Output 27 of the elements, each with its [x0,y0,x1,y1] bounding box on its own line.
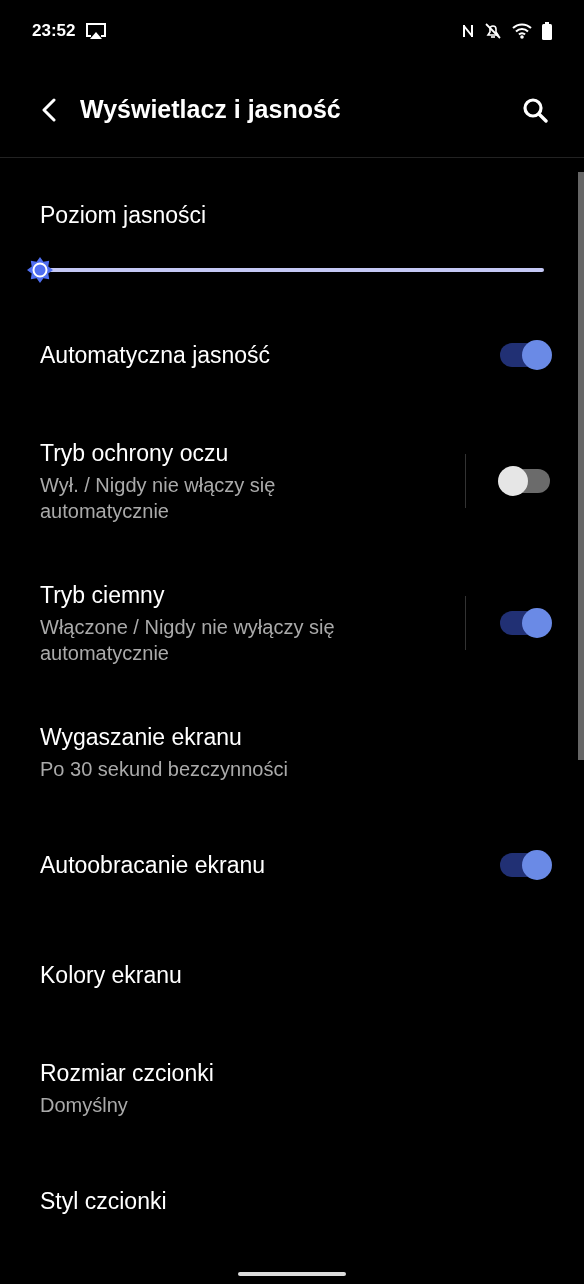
setting-title: Poziom jasności [40,201,208,230]
setting-title: Wygaszanie ekranu [40,723,243,752]
setting-title: Automatyczna jasność [40,341,272,370]
slider-thumb[interactable] [27,257,53,283]
setting-title: Tryb ochrony oczu [40,439,230,468]
setting-title: Kolory ekranu [40,961,183,990]
search-icon [522,96,548,123]
page-title: Wyświetlacz i jasność [80,95,342,124]
setting-title: Styl czcionki [40,1187,168,1216]
wifi-icon [512,23,532,39]
setting-title: Tryb ciemny [40,581,166,610]
back-icon [42,97,56,122]
setting-summary: Po 30 sekund bezczynności [40,757,289,782]
toggle-switch[interactable] [500,469,550,493]
toggle-switch[interactable] [500,611,550,635]
toggle-switch[interactable] [500,853,550,877]
screen-cast-icon [85,22,108,40]
setting-title: Autoobracanie ekranu [40,851,267,880]
bell-off-icon [484,22,502,40]
battery-icon [542,22,552,40]
setting-summary: Wył. / Nigdy nie włączy się automatycznie [40,473,277,524]
nfc-icon [462,23,474,39]
toggle-switch[interactable] [500,343,550,367]
setting-summary: Domyślny [40,1093,129,1118]
status-time: 23:52 [32,21,76,41]
setting-summary: Włączone / Nigdy nie wyłączy się automatycznie [40,615,336,666]
setting-title: Rozmiar czcionki [40,1059,215,1088]
